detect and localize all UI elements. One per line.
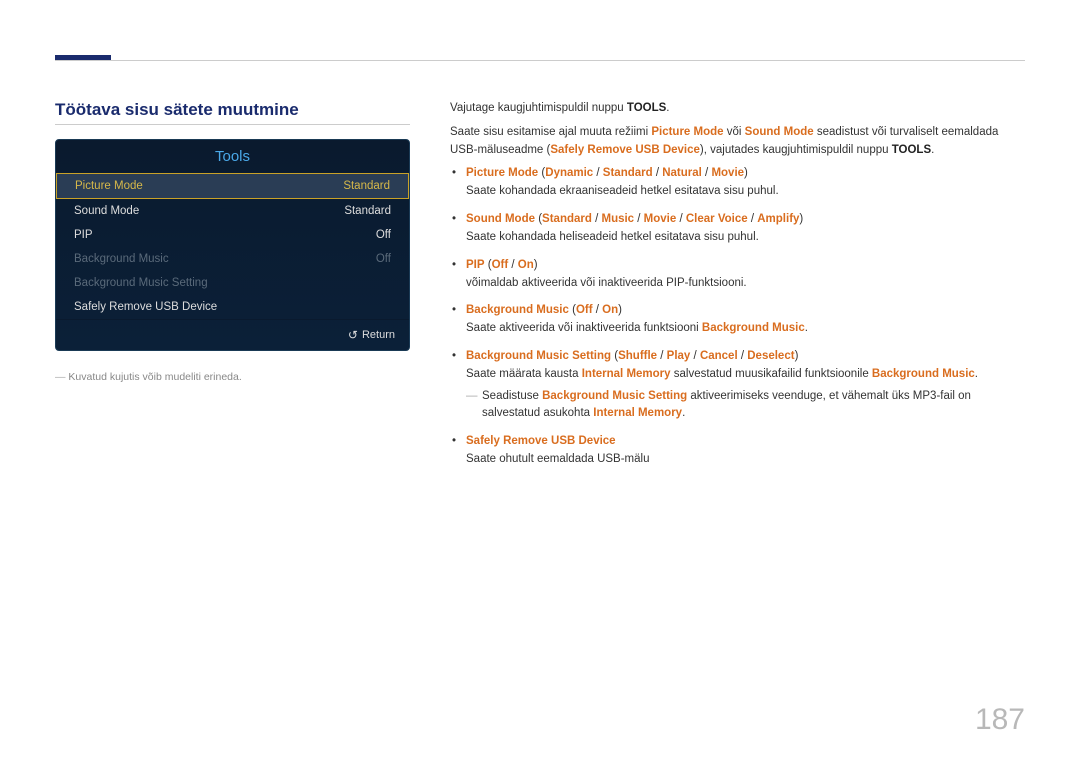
item-name: Sound Mode <box>466 213 535 225</box>
opt: Standard <box>603 167 653 179</box>
text: salvestatud muusikafailid funktsioonile <box>671 368 872 380</box>
tools-row-pip[interactable]: PIP Off <box>56 223 409 247</box>
tools-row-label: Background Music Setting <box>74 277 208 289</box>
tools-panel: Tools Picture Mode Standard Sound Mode S… <box>55 139 410 351</box>
tools-row-label: Safely Remove USB Device <box>74 301 217 313</box>
opt: Deselect <box>747 350 794 362</box>
item-safely-remove-usb: Safely Remove USB Device Saate ohutult e… <box>450 433 1025 469</box>
item-background-music: Background Music (Off / On) Saate aktive… <box>450 302 1025 338</box>
tools-row-value: Standard <box>344 205 391 217</box>
item-desc: Saate kohandada ekraaniseadeid hetkel es… <box>466 183 1025 201</box>
opt: Off <box>492 259 509 271</box>
description-column: Vajutage kaugjuhtimispuldil nuppu TOOLS.… <box>450 100 1025 479</box>
text: . <box>931 144 934 156</box>
header-accent-bar <box>55 55 111 60</box>
sound-mode-keyword: Sound Mode <box>745 126 814 138</box>
image-caption: Kuvatud kujutis võib mudeliti erineda. <box>55 371 410 383</box>
paren: ) <box>744 167 748 179</box>
item-sound-mode: Sound Mode (Standard / Music / Movie / C… <box>450 211 1025 247</box>
opt: Movie <box>644 213 677 225</box>
opt: Movie <box>711 167 744 179</box>
item-name: PIP <box>466 259 485 271</box>
opt: Natural <box>662 167 702 179</box>
opt: Music <box>601 213 634 225</box>
return-label: Return <box>362 329 395 341</box>
text: Saate sisu esitamise ajal muuta režiimi <box>450 126 651 138</box>
tools-row-label: Picture Mode <box>75 180 143 192</box>
safely-remove-keyword: Safely Remove USB Device <box>550 144 700 156</box>
tools-footer: ↺ Return <box>56 319 409 350</box>
tools-panel-title: Tools <box>56 140 409 173</box>
item-name: Picture Mode <box>466 167 538 179</box>
opt: Play <box>667 350 691 362</box>
picture-mode-keyword: Picture Mode <box>651 126 723 138</box>
item-picture-mode: Picture Mode (Dynamic / Standard / Natur… <box>450 165 1025 201</box>
opt: Standard <box>542 213 592 225</box>
tools-row-label: Sound Mode <box>74 205 139 217</box>
text: Saate määrata kausta <box>466 368 582 380</box>
internal-memory-keyword: Internal Memory <box>582 368 671 380</box>
tools-row-picture-mode[interactable]: Picture Mode Standard <box>56 173 409 199</box>
text: Seadistuse <box>482 390 542 402</box>
intro-line-1: Vajutage kaugjuhtimispuldil nuppu TOOLS. <box>450 100 1025 118</box>
item-desc: võimaldab aktiveerida või inaktiveerida … <box>466 275 1025 293</box>
text: . <box>682 407 685 419</box>
text: . <box>805 322 808 334</box>
opt: Shuffle <box>618 350 657 362</box>
text: . <box>975 368 978 380</box>
text: . <box>666 102 669 114</box>
bms-keyword: Background Music Setting <box>542 390 687 402</box>
tools-keyword: TOOLS <box>627 102 666 114</box>
item-desc: Saate aktiveerida või inaktiveerida funk… <box>466 320 1025 338</box>
text: Vajutage kaugjuhtimispuldil nuppu <box>450 102 627 114</box>
text: Saate aktiveerida või inaktiveerida funk… <box>466 322 702 334</box>
item-desc: Saate ohutult eemaldada USB-mälu <box>466 451 1025 469</box>
opt: On <box>602 304 618 316</box>
opt: Dynamic <box>545 167 593 179</box>
text: ), vajutades kaugjuhtimispuldil nuppu <box>700 144 892 156</box>
item-name: Background Music <box>466 304 569 316</box>
item-note: Seadistuse Background Music Setting akti… <box>466 388 1025 424</box>
tools-row-background-music: Background Music Off <box>56 247 409 271</box>
item-background-music-setting: Background Music Setting (Shuffle / Play… <box>450 348 1025 423</box>
bm-keyword: Background Music <box>872 368 975 380</box>
item-pip: PIP (Off / On) võimaldab aktiveerida või… <box>450 257 1025 293</box>
tools-row-value: Off <box>376 229 391 241</box>
tools-row-sound-mode[interactable]: Sound Mode Standard <box>56 199 409 223</box>
opt: Amplify <box>757 213 799 225</box>
tools-row-background-music-setting: Background Music Setting <box>56 271 409 295</box>
internal-memory-keyword: Internal Memory <box>593 407 682 419</box>
opt: Cancel <box>700 350 738 362</box>
intro-line-2: Saate sisu esitamise ajal muuta režiimi … <box>450 124 1025 160</box>
page-number: 187 <box>975 703 1025 737</box>
tools-row-value: Standard <box>343 180 390 192</box>
tools-keyword: TOOLS <box>892 144 931 156</box>
opt: Off <box>576 304 593 316</box>
settings-list: Picture Mode (Dynamic / Standard / Natur… <box>450 165 1025 468</box>
tools-row-label: PIP <box>74 229 93 241</box>
item-desc: Saate määrata kausta Internal Memory sal… <box>466 366 1025 384</box>
opt: Clear Voice <box>686 213 748 225</box>
text: või <box>724 126 745 138</box>
header-rule <box>55 60 1025 61</box>
bm-keyword: Background Music <box>702 322 805 334</box>
section-title: Töötava sisu sätete muutmine <box>55 100 410 125</box>
item-name: Background Music Setting <box>466 350 611 362</box>
tools-row-value: Off <box>376 253 391 265</box>
item-name: Safely Remove USB Device <box>466 435 616 447</box>
item-desc: Saate kohandada heliseadeid hetkel esita… <box>466 229 1025 247</box>
return-icon: ↺ <box>348 328 358 342</box>
tools-row-label: Background Music <box>74 253 169 265</box>
tools-row-safely-remove-usb[interactable]: Safely Remove USB Device <box>56 295 409 319</box>
opt: On <box>518 259 534 271</box>
